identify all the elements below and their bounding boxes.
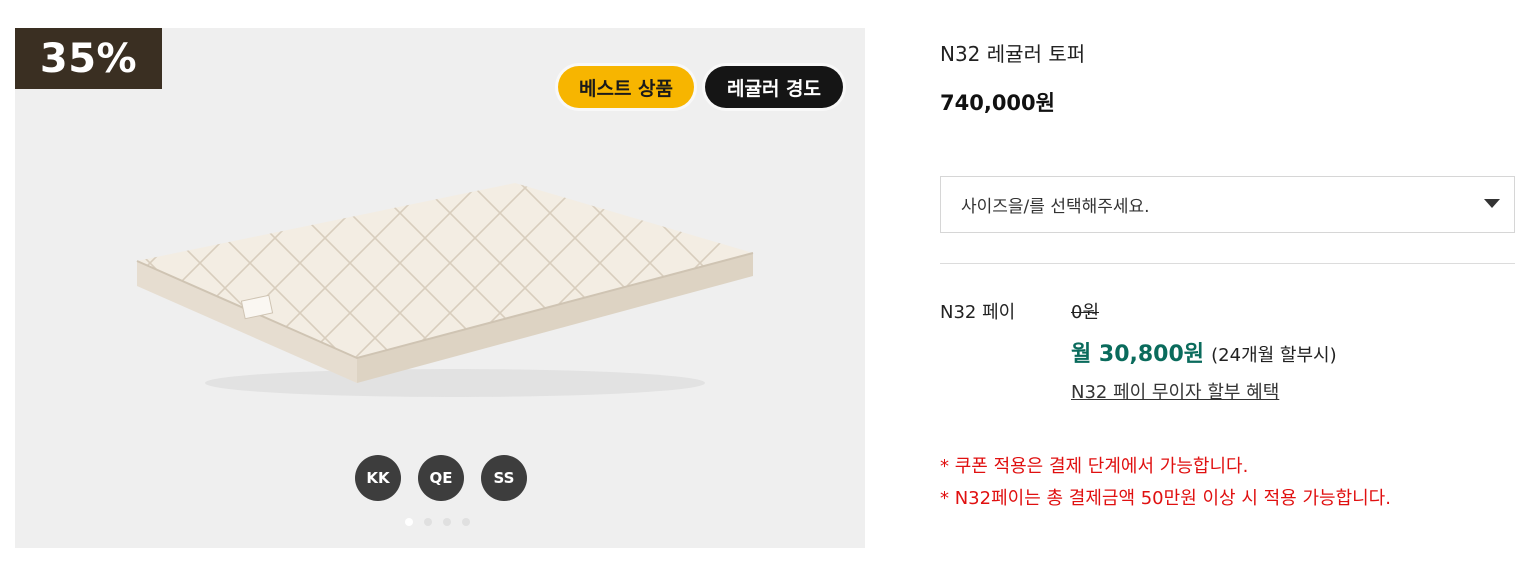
discount-badge: 35% [15, 28, 162, 89]
monthly-installment: 월 30,800원 (24개월 할부시) [1071, 336, 1337, 368]
caret-down-icon [1484, 199, 1500, 208]
n32-pay-label: N32 페이 [940, 302, 1016, 323]
n32-pay-original-price: 0원 [1071, 302, 1100, 323]
slide-dot-2[interactable] [424, 518, 432, 526]
product-image-gallery[interactable]: 35% 베스트 상품 레귤러 경도 KK QE SS [15, 28, 865, 548]
installment-note: (24개월 할부시) [1211, 345, 1337, 366]
slide-dot-4[interactable] [462, 518, 470, 526]
size-option-kk[interactable]: KK [355, 455, 401, 501]
slide-dot-1[interactable] [405, 518, 413, 526]
monthly-price: 월 30,800원 [1071, 342, 1205, 367]
interest-free-benefit-link[interactable]: N32 페이 무이자 할부 혜택 [1071, 378, 1279, 404]
product-title: N32 레귤러 토퍼 [940, 42, 1086, 66]
size-select-placeholder: 사이즈을/를 선택해주세요. [961, 197, 1150, 217]
size-option-ss[interactable]: SS [481, 455, 527, 501]
divider [940, 263, 1515, 264]
mattress-image [136, 183, 754, 397]
coupon-notice: * 쿠폰 적용은 결제 단계에서 가능합니다. [940, 456, 1249, 477]
size-option-qe[interactable]: QE [418, 455, 464, 501]
product-price: 740,000원 [940, 91, 1055, 115]
slide-dot-3[interactable] [443, 518, 451, 526]
size-options: KK QE SS [355, 455, 527, 501]
size-select[interactable]: 사이즈을/를 선택해주세요. [940, 176, 1515, 233]
n32-pay-notice: * N32페이는 총 결제금액 50만원 이상 시 적용 가능합니다. [940, 488, 1391, 509]
hardness-tag: 레귤러 경도 [705, 66, 843, 108]
best-product-tag: 베스트 상품 [558, 66, 694, 108]
slide-indicator [405, 518, 470, 526]
